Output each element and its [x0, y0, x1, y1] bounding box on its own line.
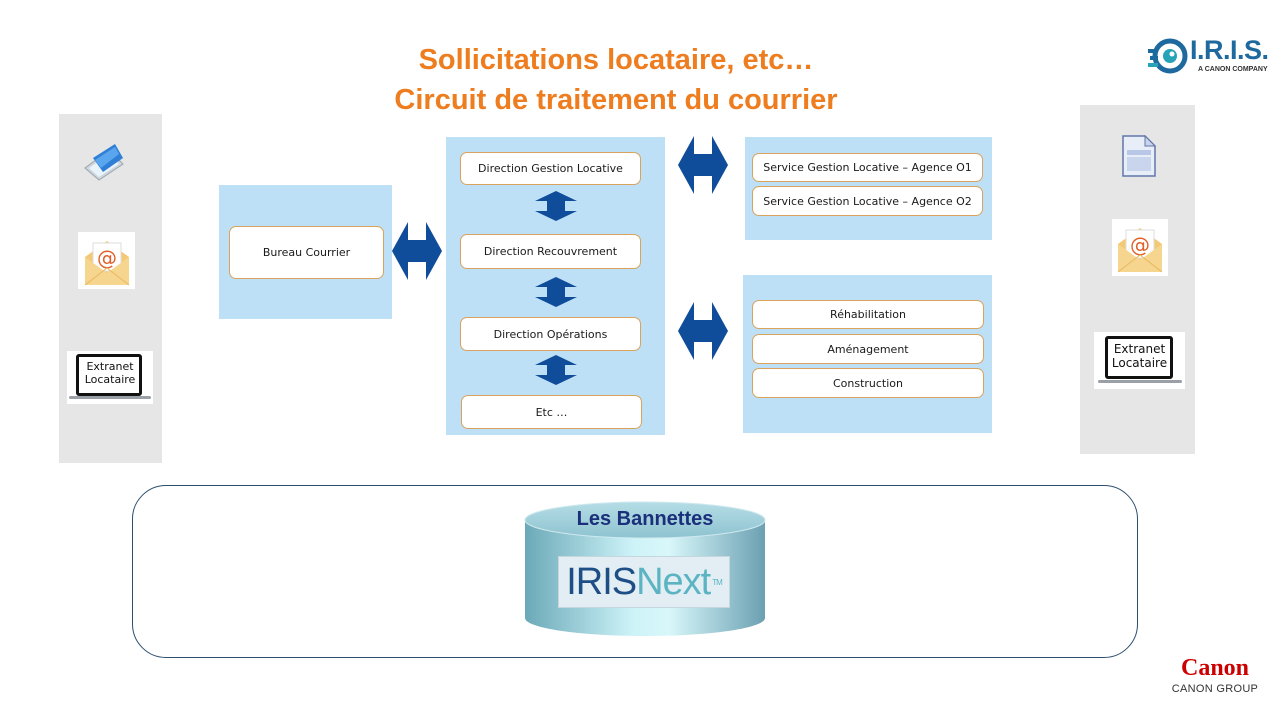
email-envelope-icon: @	[78, 232, 135, 289]
extranet-label-line2: Locataire	[1111, 356, 1168, 370]
trademark: TM	[712, 577, 723, 587]
left-channels-panel: @ Extranet Locataire	[59, 114, 162, 463]
double-arrow-horizontal-icon	[678, 302, 728, 360]
iris-logo-name: I.R.I.S.	[1190, 35, 1269, 65]
laptop-icon: Extranet Locataire	[67, 351, 153, 404]
right-channels-panel: @ Extranet Locataire	[1080, 105, 1195, 454]
svg-text:@: @	[1130, 233, 1150, 257]
irisnext-logo-next: Next	[636, 560, 711, 603]
laptop-icon: Extranet Locataire	[1094, 332, 1185, 389]
node-service-agence-02[interactable]: Service Gestion Locative – Agence O2	[752, 186, 983, 216]
node-direction-recouvrement[interactable]: Direction Recouvrement	[460, 234, 641, 269]
iris-logo: I.R.I.S. A CANON COMPANY	[1148, 35, 1270, 79]
node-etc[interactable]: Etc …	[461, 395, 642, 429]
double-arrow-horizontal-icon	[392, 222, 442, 280]
node-rehabilitation[interactable]: Réhabilitation	[752, 300, 984, 329]
node-direction-gestion-locative[interactable]: Direction Gestion Locative	[460, 152, 641, 185]
svg-text:@: @	[97, 246, 117, 270]
scanner-icon	[79, 142, 127, 184]
double-arrow-vertical-icon	[535, 191, 577, 221]
double-arrow-vertical-icon	[535, 355, 577, 385]
node-direction-operations[interactable]: Direction Opérations	[460, 317, 641, 351]
node-bureau-courrier[interactable]: Bureau Courrier	[229, 226, 384, 279]
double-arrow-vertical-icon	[535, 277, 577, 307]
node-amenagement[interactable]: Aménagement	[752, 334, 984, 364]
extranet-label-line1: Extranet	[1113, 342, 1166, 356]
canon-logo-tagline: CANON GROUP	[1171, 683, 1259, 695]
iris-eye-icon	[1148, 38, 1188, 74]
email-envelope-icon: @	[1112, 219, 1168, 276]
canon-logo: Canon CANON GROUP	[1160, 656, 1270, 702]
extranet-label-line1: Extranet	[86, 360, 134, 373]
canon-logo-name: Canon	[1180, 655, 1250, 681]
page-title-line2: Circuit de traitement du courrier	[394, 84, 838, 116]
document-icon	[1121, 134, 1157, 177]
page-title-line1: Sollicitations locataire, etc…	[418, 44, 814, 76]
node-service-agence-01[interactable]: Service Gestion Locative – Agence O1	[752, 153, 983, 182]
bannettes-title: Les Bannettes	[576, 508, 714, 530]
extranet-label-line2: Locataire	[84, 373, 136, 386]
irisnext-logo: IRIS Next TM	[558, 556, 730, 608]
iris-logo-tagline: A CANON COMPANY	[1198, 66, 1268, 73]
node-construction[interactable]: Construction	[752, 368, 984, 398]
double-arrow-horizontal-icon	[678, 136, 728, 194]
irisnext-logo-iris: IRIS	[566, 560, 637, 603]
